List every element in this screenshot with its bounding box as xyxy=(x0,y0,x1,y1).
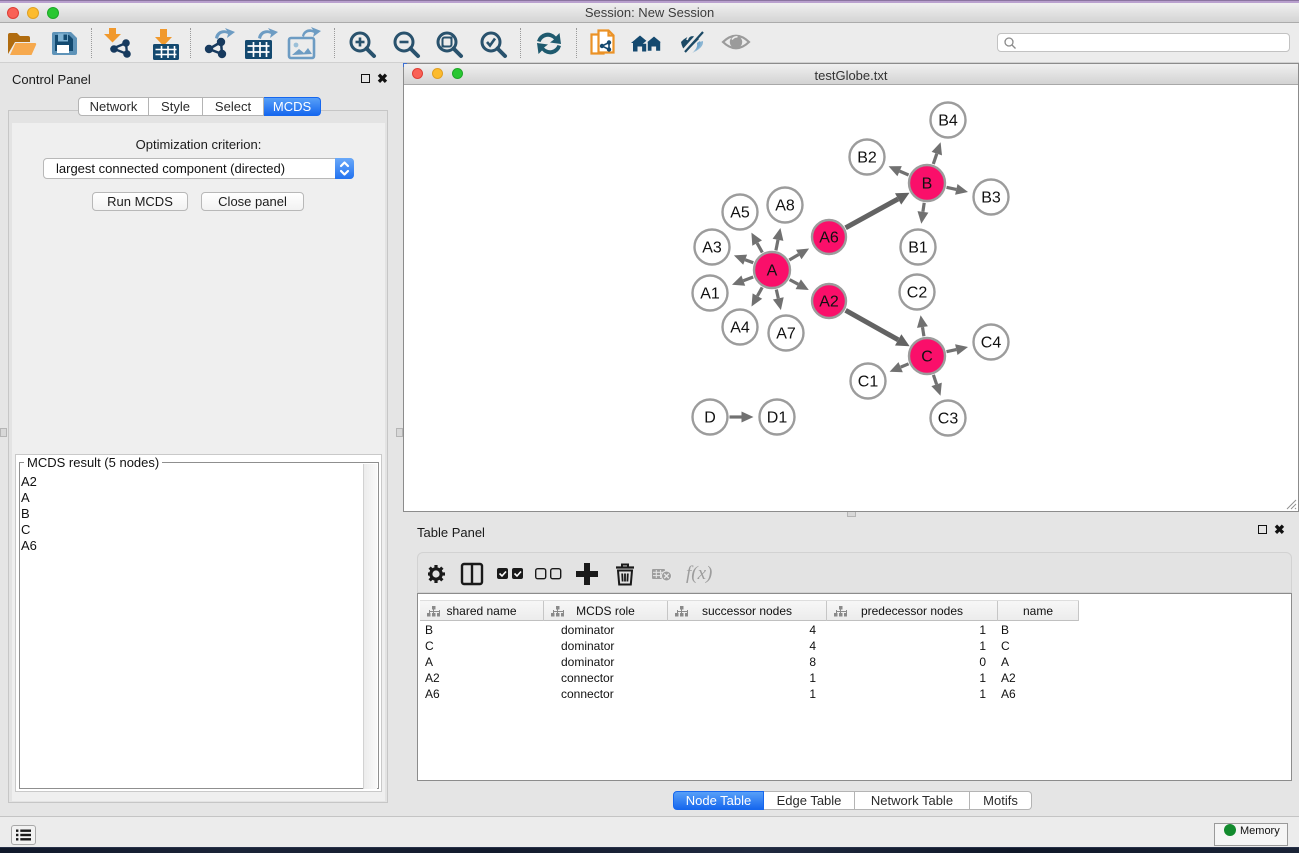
svg-text:C4: C4 xyxy=(981,335,1002,352)
svg-text:D1: D1 xyxy=(767,410,788,427)
svg-text:A1: A1 xyxy=(700,286,720,303)
svg-text:C2: C2 xyxy=(907,285,928,302)
svg-text:f(x): f(x) xyxy=(686,563,712,584)
svg-text:C3: C3 xyxy=(938,411,959,428)
svg-text:B3: B3 xyxy=(981,190,1001,207)
svg-text:C1: C1 xyxy=(858,374,879,391)
svg-text:B1: B1 xyxy=(908,240,928,257)
svg-text:A7: A7 xyxy=(776,326,796,343)
svg-text:A3: A3 xyxy=(702,240,722,257)
svg-text:A8: A8 xyxy=(775,198,795,215)
svg-text:A4: A4 xyxy=(730,320,750,337)
svg-text:B4: B4 xyxy=(938,113,958,130)
svg-text:A: A xyxy=(767,263,778,280)
svg-text:B2: B2 xyxy=(857,150,877,167)
svg-text:D: D xyxy=(704,410,716,427)
svg-text:A5: A5 xyxy=(730,205,750,222)
svg-text:C: C xyxy=(921,349,933,366)
svg-text:B: B xyxy=(922,176,933,193)
svg-text:A6: A6 xyxy=(819,230,839,247)
svg-text:A2: A2 xyxy=(819,294,839,311)
